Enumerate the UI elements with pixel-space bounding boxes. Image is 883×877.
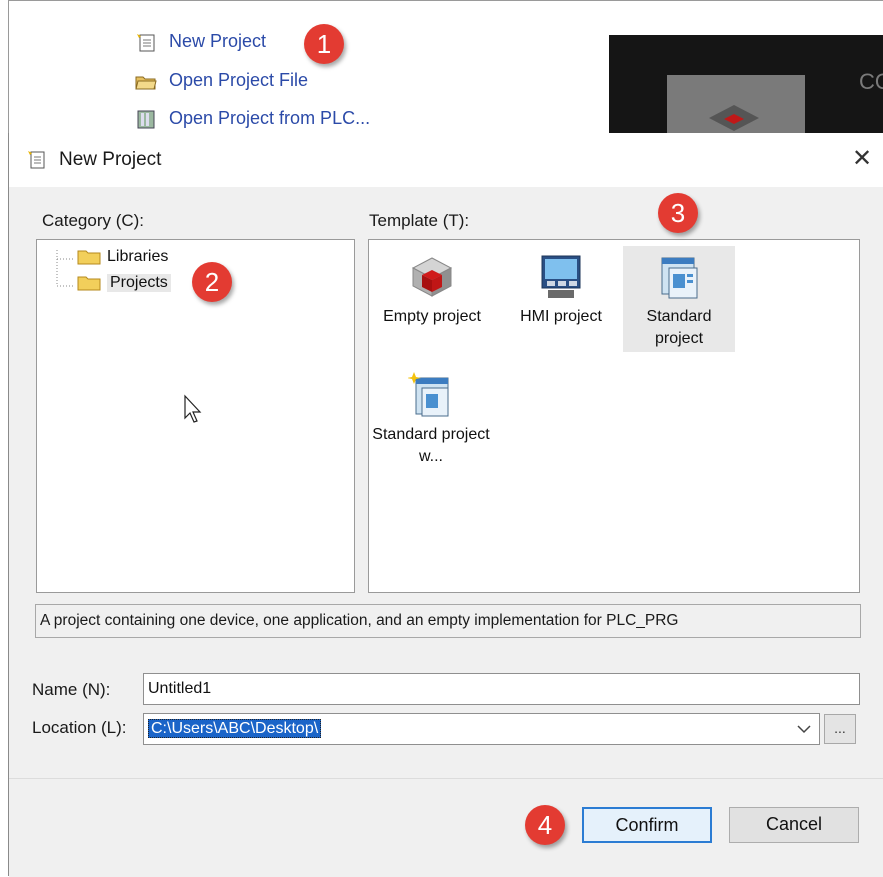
standard-project-wizard-icon bbox=[407, 370, 454, 420]
template-label: HMI project bbox=[520, 308, 602, 325]
template-label: Template (T): bbox=[369, 211, 470, 230]
close-icon[interactable]: ✕ bbox=[840, 139, 883, 179]
location-label: Location (L): bbox=[32, 718, 127, 737]
empty-project-icon bbox=[409, 252, 455, 302]
category-item-libraries[interactable]: Libraries bbox=[77, 248, 168, 266]
browse-button[interactable]: ... bbox=[824, 714, 856, 744]
standard-project-icon bbox=[656, 252, 702, 302]
plc-icon bbox=[135, 109, 157, 129]
video-caption: CO bbox=[859, 69, 883, 94]
step-badge-3: 3 bbox=[658, 193, 698, 233]
open-folder-icon bbox=[135, 71, 157, 91]
name-input[interactable]: Untitled1 bbox=[143, 673, 860, 705]
open-project-from-plc-link[interactable]: Open Project from PLC... bbox=[135, 108, 370, 129]
category-label: Category (C): bbox=[42, 211, 145, 230]
open-project-file-label: Open Project File bbox=[169, 70, 309, 90]
template-hmi-project[interactable]: HMI project bbox=[501, 252, 621, 328]
open-project-from-plc-label: Open Project from PLC... bbox=[169, 108, 371, 128]
new-project-icon bbox=[27, 150, 47, 170]
dialog-footer: Confirm Cancel bbox=[9, 778, 883, 877]
open-project-file-link[interactable]: Open Project File bbox=[135, 70, 308, 91]
folder-icon bbox=[77, 275, 101, 291]
dialog-title: New Project bbox=[59, 149, 162, 170]
template-label: Empty project bbox=[383, 308, 481, 325]
template-description: A project containing one device, one app… bbox=[35, 604, 861, 638]
location-value: C:\Users\ABC\Desktop\ bbox=[148, 719, 322, 738]
chevron-down-icon[interactable] bbox=[797, 724, 811, 734]
dialog-titlebar: New Project ✕ bbox=[9, 133, 883, 187]
new-project-icon bbox=[135, 32, 157, 52]
template-standard-project[interactable]: Standard project bbox=[623, 246, 735, 352]
mouse-cursor-icon bbox=[184, 394, 202, 423]
cancel-button[interactable]: Cancel bbox=[729, 807, 859, 843]
start-page: New Project Open Project File Open Proje… bbox=[8, 0, 883, 151]
template-standard-project-wizard[interactable]: Standard project w... bbox=[372, 370, 490, 468]
category-item-projects[interactable]: Projects bbox=[77, 274, 171, 292]
step-badge-2: 2 bbox=[192, 262, 232, 302]
template-empty-project[interactable]: Empty project bbox=[372, 252, 492, 328]
hmi-project-icon bbox=[538, 252, 584, 302]
template-label: Standard project w... bbox=[372, 426, 490, 465]
template-label: Standard project bbox=[646, 308, 712, 347]
new-project-dialog: New Project ✕ Category (C): Template (T)… bbox=[8, 133, 883, 877]
folder-icon bbox=[77, 249, 101, 265]
new-project-link[interactable]: New Project bbox=[135, 31, 266, 52]
confirm-button[interactable]: Confirm bbox=[582, 807, 712, 843]
category-item-label: Libraries bbox=[107, 248, 169, 265]
intro-video-thumbnail[interactable]: CO bbox=[609, 35, 883, 145]
new-project-label: New Project bbox=[169, 31, 267, 51]
template-list[interactable]: Empty project HMI project Standard proje… bbox=[368, 239, 860, 593]
location-combobox[interactable]: C:\Users\ABC\Desktop\ bbox=[143, 713, 820, 745]
category-item-label: Projects bbox=[107, 274, 171, 292]
step-badge-1: 1 bbox=[304, 24, 344, 64]
step-badge-4: 4 bbox=[525, 805, 565, 845]
name-label: Name (N): bbox=[32, 680, 111, 699]
